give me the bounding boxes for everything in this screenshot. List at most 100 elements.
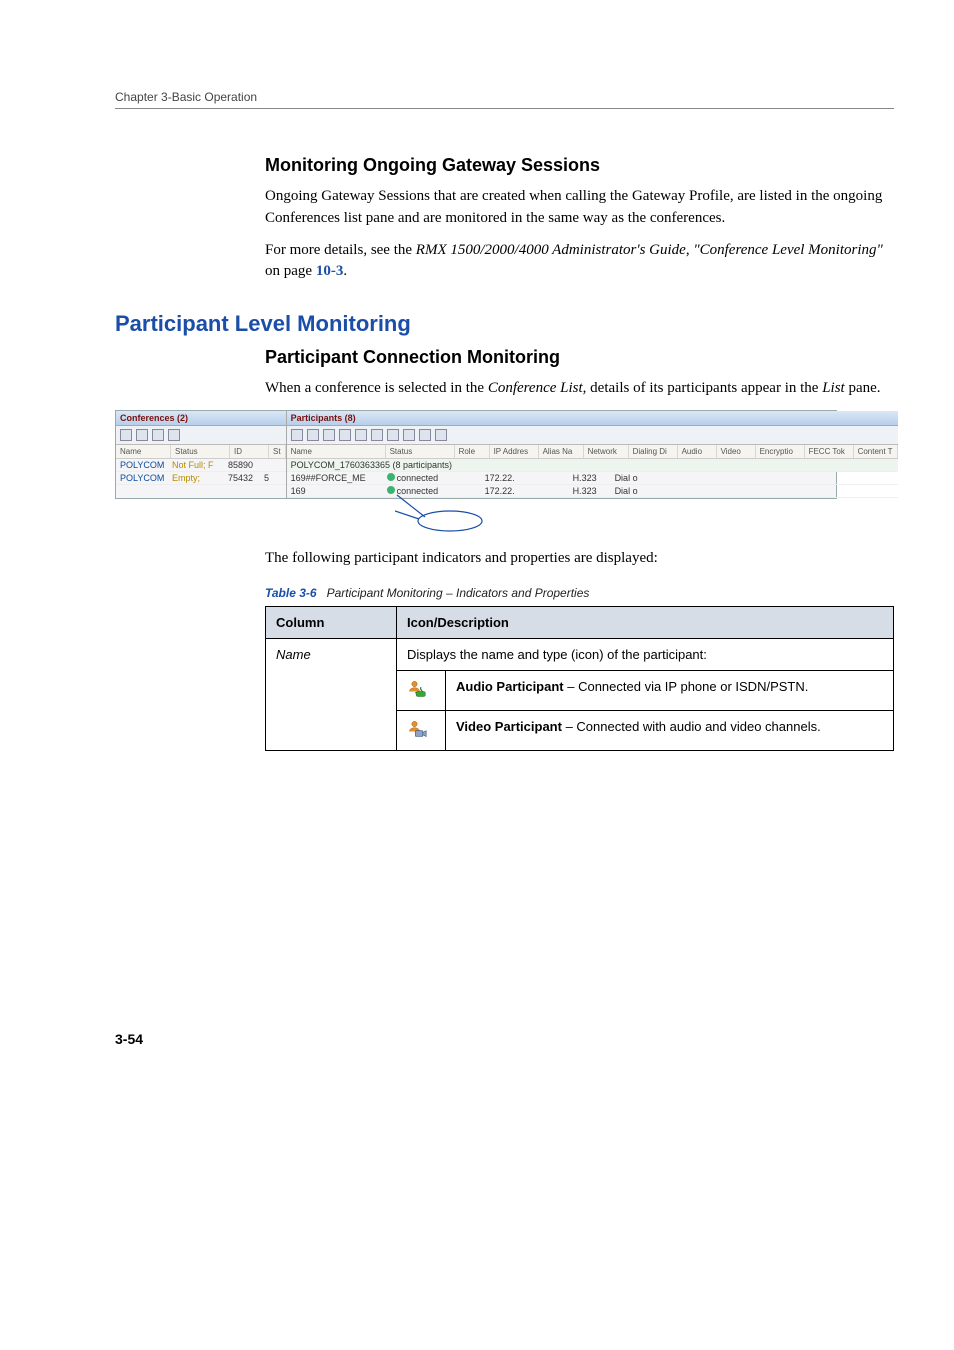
col-header[interactable]: Status	[386, 445, 455, 458]
row-description: Displays the name and type (icon) of the…	[397, 638, 894, 670]
text: on page	[265, 263, 316, 279]
conf-name: POLYCOM	[120, 460, 166, 470]
conf-id: 75432	[228, 473, 258, 483]
conferences-toolbar	[116, 426, 286, 445]
col-header[interactable]: Content T	[854, 445, 898, 458]
conferences-header: Conferences (2)	[116, 411, 286, 426]
toolbar-icon[interactable]	[371, 429, 383, 441]
col-header[interactable]: FECC Tok	[805, 445, 854, 458]
toolbar-icon[interactable]	[291, 429, 303, 441]
ui-term: Conference List	[488, 380, 583, 396]
participants-columns: Name Status Role IP Addres Alias Na Netw…	[287, 445, 898, 459]
toolbar-icon[interactable]	[152, 429, 164, 441]
row-description: Audio Participant – Connected via IP pho…	[446, 670, 894, 710]
col-header[interactable]: Name	[116, 445, 171, 458]
table-row: Name Displays the name and type (icon) o…	[266, 638, 894, 670]
table-title: Participant Monitoring – Indicators and …	[327, 586, 590, 600]
callout-shape-icon	[395, 493, 485, 533]
icon-cell	[397, 670, 446, 710]
term: Video Participant	[456, 719, 562, 734]
table-label: Table 3-6	[265, 586, 317, 600]
col-header[interactable]: Video	[717, 445, 756, 458]
col-header[interactable]: Status	[171, 445, 230, 458]
connected-icon	[387, 486, 395, 494]
video-participant-icon	[407, 719, 427, 739]
text: , details of its participants appear in …	[583, 380, 823, 396]
conf-st: 5	[264, 473, 269, 483]
term: Audio Participant	[456, 679, 564, 694]
running-header: Chapter 3-Basic Operation	[115, 90, 894, 104]
part-network: H.323	[573, 473, 609, 483]
col-header[interactable]: Name	[287, 445, 386, 458]
participants-header: Participants (8)	[287, 411, 898, 426]
text: – Connected with audio and video channel…	[562, 719, 821, 734]
main-heading: Participant Level Monitoring	[115, 311, 894, 337]
col-header[interactable]: ID	[230, 445, 269, 458]
col-header[interactable]: Audio	[678, 445, 717, 458]
participant-row[interactable]: 169##FORCE_ME connected 172.22. H.323 Di…	[287, 472, 898, 485]
text: – Connected via IP phone or ISDN/PSTN.	[564, 679, 809, 694]
toolbar-icon[interactable]	[120, 429, 132, 441]
part-ip: 172.22.	[485, 473, 525, 483]
conf-status: Empty;	[172, 473, 222, 483]
audio-participant-icon	[407, 679, 427, 699]
row-description: Video Participant – Connected with audio…	[446, 710, 894, 750]
part-name: 169	[291, 486, 381, 496]
participant-group-row[interactable]: POLYCOM_1760363365 (8 participants)	[287, 459, 898, 472]
participants-pane: Participants (8) Name	[287, 411, 898, 498]
conference-row[interactable]: POLYCOM Empty; 75432 5	[116, 472, 286, 485]
part-dial: Dial o	[615, 473, 655, 483]
toolbar-icon[interactable]	[387, 429, 399, 441]
col-header-description: Icon/Description	[397, 606, 894, 638]
conf-id: 85890	[228, 460, 253, 470]
body-paragraph: The following participant indicators and…	[265, 548, 894, 570]
text: pane.	[845, 380, 881, 396]
page-number: 3-54	[115, 1031, 894, 1047]
part-name: 169##FORCE_ME	[291, 473, 381, 483]
col-header[interactable]: Network	[584, 445, 629, 458]
toolbar-icon[interactable]	[136, 429, 148, 441]
text: When a conference is selected in the	[265, 380, 488, 396]
toolbar-icon[interactable]	[419, 429, 431, 441]
col-header[interactable]: IP Addres	[490, 445, 539, 458]
ui-term: List	[822, 380, 845, 396]
toolbar-icon[interactable]	[355, 429, 367, 441]
toolbar-icon[interactable]	[339, 429, 351, 441]
conferences-pane: Conferences (2) Name Status ID St	[116, 411, 287, 498]
body-paragraph: For more details, see the RMX 1500/2000/…	[265, 240, 894, 284]
row-label-name: Name	[266, 638, 397, 750]
app-screenshot: Conferences (2) Name Status ID St	[115, 410, 837, 499]
col-header[interactable]: Encryptio	[756, 445, 805, 458]
callout-bubble	[395, 493, 894, 538]
toolbar-icon[interactable]	[435, 429, 447, 441]
text: For more details, see the	[265, 242, 416, 258]
page-ref-link[interactable]: 10-3	[316, 263, 344, 279]
col-header-column: Column	[266, 606, 397, 638]
icon-cell	[397, 710, 446, 750]
table-header-row: Column Icon/Description	[266, 606, 894, 638]
section-heading-gateway: Monitoring Ongoing Gateway Sessions	[265, 155, 894, 176]
book-title: RMX 1500/2000/4000 Administrator's Guide	[416, 242, 686, 258]
conf-status: Not Full; F	[172, 460, 222, 470]
text: .	[343, 263, 347, 279]
table-caption: Table 3-6 Participant Monitoring – Indic…	[265, 586, 894, 600]
col-header[interactable]: Dialing Di	[629, 445, 678, 458]
col-header[interactable]: Alias Na	[539, 445, 584, 458]
connected-icon	[387, 473, 395, 481]
col-header[interactable]: St	[269, 445, 286, 458]
col-header[interactable]: Role	[455, 445, 490, 458]
conference-row[interactable]: POLYCOM Not Full; F 85890	[116, 459, 286, 472]
header-rule	[115, 108, 894, 109]
conf-name: POLYCOM	[120, 473, 166, 483]
body-paragraph: Ongoing Gateway Sessions that are create…	[265, 186, 894, 230]
toolbar-icon[interactable]	[307, 429, 319, 441]
properties-table: Column Icon/Description Name Displays th…	[265, 606, 894, 751]
toolbar-icon[interactable]	[403, 429, 415, 441]
body-paragraph: When a conference is selected in the Con…	[265, 378, 894, 400]
toolbar-icon[interactable]	[323, 429, 335, 441]
group-label: POLYCOM_1760363365 (8 participants)	[291, 460, 452, 470]
conferences-columns: Name Status ID St	[116, 445, 286, 459]
toolbar-icon[interactable]	[168, 429, 180, 441]
reference-title: "Conference Level Monitoring"	[693, 242, 883, 258]
participants-toolbar	[287, 426, 898, 445]
